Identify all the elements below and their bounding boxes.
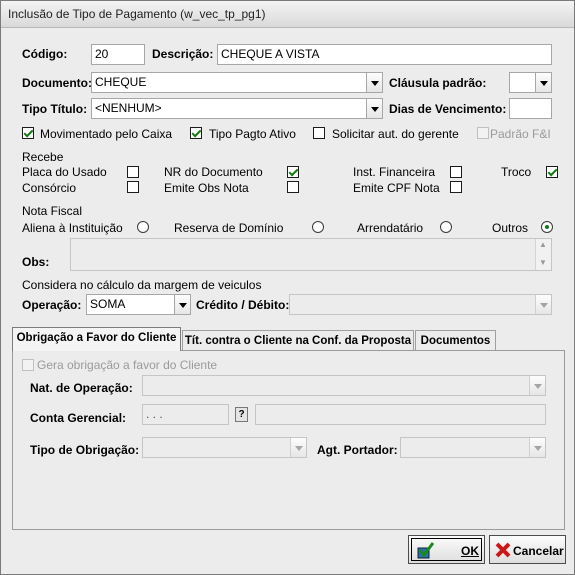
nat-operacao-label: Nat. de Operação: [30, 381, 133, 395]
outros-label: Outros [492, 221, 529, 235]
consorcio-label: Consórcio [22, 181, 77, 195]
descricao-input[interactable]: CHEQUE A VISTA [217, 44, 552, 65]
padrao-fi-checkbox[interactable] [477, 127, 489, 139]
emite-obs-nota-label: Emite Obs Nota [164, 181, 249, 195]
nr-documento-label: NR do Documento [164, 165, 263, 179]
arrendatario-label: Arrendatário [357, 221, 424, 235]
tipo-titulo-select[interactable]: <NENHUM> [91, 98, 383, 119]
lookup-icon[interactable]: ? [235, 407, 248, 422]
clausula-label: Cláusula padrão: [389, 76, 487, 90]
conta-gerencial-label: Conta Gerencial: [30, 411, 127, 425]
placa-usado-label: Placa do Usado [22, 165, 107, 179]
title-bar[interactable]: Inclusão de Tipo de Pagamento (w_vec_tp_… [1, 1, 574, 28]
ok-check-icon [417, 542, 435, 559]
tipo-pagto-ativo-checkbox[interactable] [190, 127, 202, 139]
dias-vencimento-input[interactable] [509, 98, 552, 119]
tipo-obrigacao-select[interactable] [142, 437, 307, 458]
arrendatario-radio[interactable] [440, 221, 452, 233]
tipo-titulo-label: Tipo Título: [22, 102, 88, 116]
scroll-down-icon[interactable]: ▼ [539, 258, 547, 267]
gera-obrigacao-checkbox[interactable] [22, 359, 34, 371]
dias-vencimento-label: Dias de Vencimento: [389, 102, 507, 116]
aliena-radio[interactable] [137, 221, 149, 233]
troco-label: Troco [501, 165, 532, 179]
gera-obrigacao-label: Gera obrigação a favor do Cliente [37, 358, 218, 372]
tab-panel: Gera obrigação a favor do Cliente Nat. d… [12, 350, 565, 530]
nat-operacao-select[interactable] [142, 375, 546, 396]
ok-button[interactable]: OK [408, 535, 485, 564]
dropdown-arrow-icon[interactable] [535, 73, 551, 92]
cancel-button[interactable]: Cancelar [489, 535, 566, 564]
dropdown-arrow-icon[interactable] [529, 376, 545, 395]
tab-obrigacao-favor-cliente[interactable]: Obrigação a Favor do Cliente [12, 327, 181, 351]
reserva-dominio-radio[interactable] [312, 221, 324, 233]
nr-documento-checkbox[interactable] [287, 166, 299, 178]
emite-cpf-nota-label: Emite CPF Nota [353, 181, 440, 195]
reserva-dominio-label: Reserva de Domínio [174, 221, 284, 235]
documento-value: CHEQUE [95, 75, 147, 89]
margem-title: Considera no cálculo da margem de veicul… [22, 278, 262, 292]
conta-gerencial-desc[interactable] [255, 404, 546, 425]
recebe-title: Recebe [22, 150, 64, 164]
inst-financeira-label: Inst. Financeira [353, 165, 436, 179]
solicitar-aut-label: Solicitar aut. do gerente [332, 127, 459, 141]
dropdown-arrow-icon[interactable] [535, 295, 551, 314]
dropdown-arrow-icon[interactable] [290, 438, 306, 457]
tab-documentos[interactable]: Documentos [415, 330, 496, 351]
operacao-select[interactable]: SOMA [86, 294, 191, 315]
descricao-label: Descrição: [152, 47, 214, 61]
tipo-titulo-value: <NENHUM> [95, 101, 162, 115]
operacao-label: Operação: [22, 298, 82, 312]
cancel-x-icon [495, 542, 511, 558]
dialog-window: Inclusão de Tipo de Pagamento (w_vec_tp_… [0, 0, 575, 575]
credito-debito-label: Crédito / Débito: [196, 298, 290, 312]
cancel-label: Cancelar [513, 544, 564, 558]
outros-radio[interactable] [541, 221, 553, 233]
padrao-fi-label: Padrão F&I [490, 127, 551, 141]
dropdown-arrow-icon[interactable] [529, 438, 545, 457]
conta-gerencial-input[interactable]: . . . [142, 404, 229, 425]
clausula-select[interactable] [509, 72, 552, 93]
dropdown-arrow-icon[interactable] [366, 99, 382, 118]
tipo-pagto-ativo-label: Tipo Pagto Ativo [209, 127, 296, 141]
codigo-input[interactable]: 20 [91, 44, 145, 65]
dialog-body: Código: 20 Descrição: CHEQUE A VISTA Doc… [5, 29, 570, 570]
consorcio-checkbox[interactable] [127, 181, 139, 193]
troco-checkbox[interactable] [546, 166, 558, 178]
documento-select[interactable]: CHEQUE [91, 72, 383, 93]
tab-tit-contra-cliente[interactable]: Tít. contra o Cliente na Conf. da Propos… [182, 330, 414, 351]
placa-usado-checkbox[interactable] [127, 166, 139, 178]
emite-obs-nota-checkbox[interactable] [287, 181, 299, 193]
inst-financeira-checkbox[interactable] [450, 166, 462, 178]
scroll-up-icon[interactable]: ▲ [539, 240, 547, 249]
ok-label: OK [461, 544, 479, 558]
window-title: Inclusão de Tipo de Pagamento (w_vec_tp_… [8, 7, 266, 21]
solicitar-aut-checkbox[interactable] [313, 127, 325, 139]
credito-debito-select[interactable] [289, 294, 552, 315]
obs-label: Obs: [22, 255, 50, 269]
obs-scrollbar[interactable]: ▲ ▼ [535, 239, 551, 270]
codigo-label: Código: [22, 47, 68, 61]
tipo-obrigacao-label: Tipo de Obrigação: [30, 443, 140, 457]
obs-textarea[interactable] [70, 238, 552, 271]
emite-cpf-nota-checkbox[interactable] [450, 181, 462, 193]
documento-label: Documento: [22, 76, 92, 90]
agt-portador-select[interactable] [400, 437, 546, 458]
agt-portador-label: Agt. Portador: [317, 443, 398, 457]
movimentado-caixa-label: Movimentado pelo Caixa [40, 127, 173, 141]
operacao-value: SOMA [90, 297, 126, 311]
movimentado-caixa-checkbox[interactable] [22, 127, 34, 139]
dropdown-arrow-icon[interactable] [174, 295, 190, 314]
aliena-label: Aliena à Instituição [22, 221, 123, 235]
nota-fiscal-title: Nota Fiscal [22, 204, 83, 218]
dropdown-arrow-icon[interactable] [366, 73, 382, 92]
